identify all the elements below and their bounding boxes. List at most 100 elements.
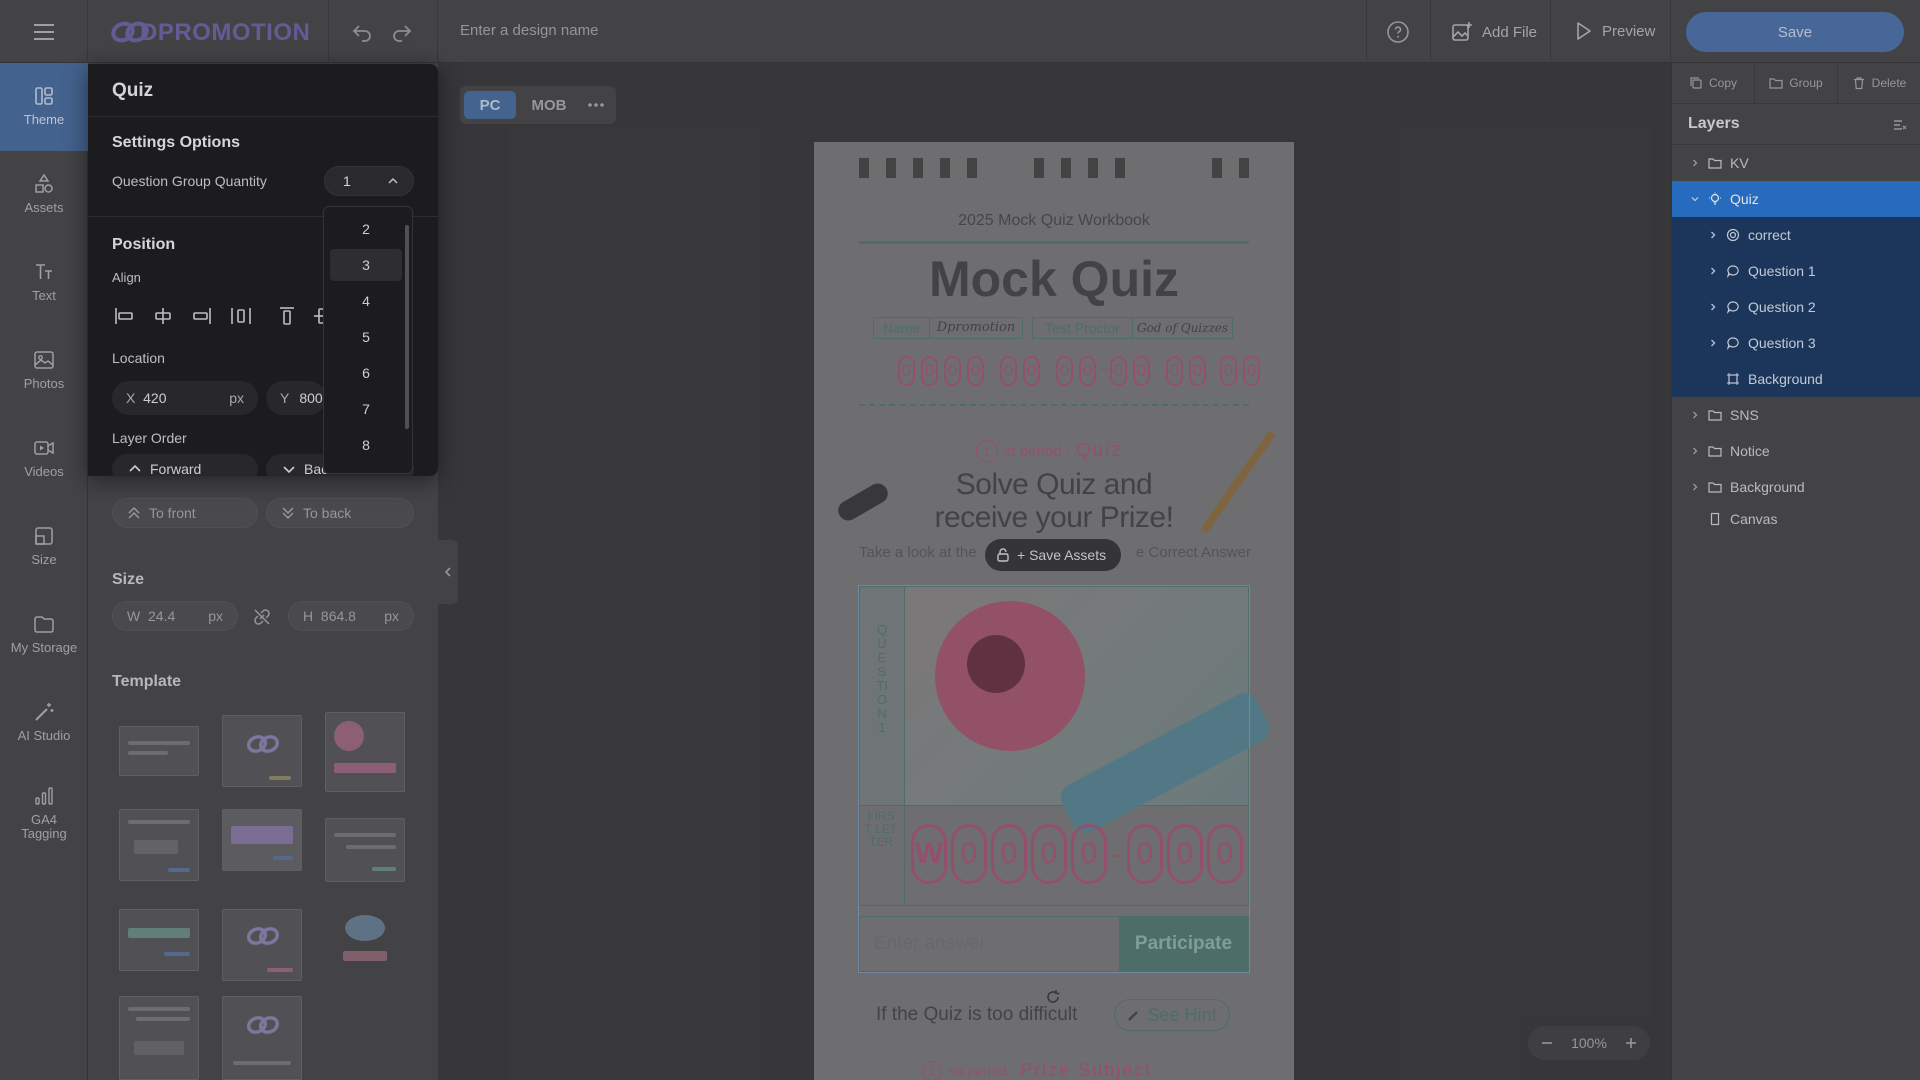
chevron-right-icon[interactable] — [1708, 230, 1718, 240]
logo[interactable]: DPROMOTION — [140, 19, 310, 47]
align-middle-icon[interactable] — [310, 304, 324, 328]
layer-item[interactable]: correct — [1672, 217, 1920, 253]
align-right-icon[interactable] — [190, 304, 214, 328]
height-field[interactable]: H 864.8 px — [288, 601, 414, 631]
width-field[interactable]: W 24.4 px — [112, 601, 238, 631]
top-bar: DPROMOTION Add File Preview Save — [0, 0, 1920, 63]
align-left-icon[interactable] — [112, 304, 136, 328]
layer-item[interactable]: Background — [1672, 361, 1920, 397]
rail-label: Photos — [23, 376, 65, 391]
participate-button[interactable]: Participate — [1119, 917, 1248, 971]
layer-item[interactable]: Canvas — [1672, 503, 1920, 535]
rail-item-videos[interactable]: Videos — [0, 437, 88, 479]
chevron-right-icon[interactable] — [1708, 266, 1718, 276]
align-center-horizontal-icon[interactable] — [151, 304, 175, 328]
save-button[interactable]: Save — [1686, 12, 1904, 52]
forward-button[interactable]: Forward — [112, 454, 258, 476]
copy-button[interactable]: Copy — [1672, 63, 1755, 103]
unlink-icon[interactable] — [252, 607, 272, 627]
name-value: Dpromotion — [936, 320, 1016, 335]
more-options-icon[interactable] — [586, 95, 606, 115]
mobile-view-button[interactable]: MOB — [524, 91, 574, 119]
layer-item[interactable]: Question 3 — [1672, 325, 1920, 361]
distribute-horizontal-icon[interactable] — [229, 304, 253, 328]
chevron-right-icon[interactable] — [1690, 446, 1700, 456]
layer-item[interactable]: Question 2 — [1672, 289, 1920, 325]
proctor-value: God of Quizzes — [1136, 321, 1229, 335]
rail-item-ai-studio[interactable]: AI Studio — [0, 701, 88, 743]
design-artboard[interactable]: 2025 Mock Quiz Workbook Mock Quiz Name D… — [814, 142, 1294, 1080]
template-thumbnail[interactable] — [119, 996, 199, 1080]
template-thumbnail[interactable] — [119, 909, 199, 971]
menu-icon[interactable] — [28, 20, 60, 44]
workbook-title: 2025 Mock Quiz Workbook — [958, 212, 1150, 229]
chevron-right-icon[interactable] — [1690, 482, 1700, 492]
template-thumbnail[interactable] — [222, 809, 302, 871]
chevron-right-icon[interactable] — [1690, 410, 1700, 420]
rail-item-theme[interactable]: Theme — [0, 63, 88, 151]
redo-icon[interactable] — [390, 20, 414, 44]
quantity-option[interactable]: 8 — [330, 429, 402, 461]
quantity-option[interactable]: 2 — [330, 213, 402, 245]
layer-item[interactable]: Quiz — [1672, 181, 1920, 217]
undo-icon[interactable] — [350, 20, 374, 44]
align-top-icon[interactable] — [275, 304, 299, 328]
chevron-right-icon[interactable] — [1708, 302, 1718, 312]
quantity-dropdown-list[interactable]: 2 3 4 5 6 7 8 — [323, 206, 413, 474]
to-back-button[interactable]: To back — [266, 498, 414, 528]
zoom-out-icon[interactable] — [1540, 1036, 1554, 1050]
help-icon[interactable] — [1386, 20, 1410, 44]
chevron-right-icon[interactable] — [1708, 338, 1718, 348]
collapse-panel-handle[interactable] — [438, 540, 458, 604]
qty-value: 1 — [343, 173, 351, 189]
quantity-option[interactable]: 4 — [330, 285, 402, 317]
question-1-box[interactable]: QUESTION 1 — [859, 586, 1275, 838]
rail-item-size[interactable]: Size — [0, 525, 88, 567]
frame-icon — [1726, 372, 1740, 386]
zoom-in-icon[interactable] — [1624, 1036, 1638, 1050]
add-file-button[interactable]: Add File — [1450, 20, 1537, 44]
save-assets-chip[interactable]: + Save Assets — [985, 539, 1121, 571]
date-separator: . — [1046, 362, 1051, 379]
layer-item[interactable]: KV — [1672, 145, 1920, 181]
pc-view-button[interactable]: PC — [464, 91, 516, 119]
template-thumbnail[interactable] — [119, 726, 199, 776]
template-thumbnail[interactable] — [119, 809, 199, 881]
preview-button[interactable]: Preview — [1572, 20, 1655, 42]
see-hint-button[interactable]: See Hint — [1114, 999, 1230, 1031]
date-separator: . — [990, 362, 995, 379]
template-thumbnail[interactable] — [222, 909, 302, 981]
template-thumbnail[interactable] — [325, 909, 405, 981]
rail-item-assets[interactable]: Assets — [0, 173, 88, 215]
add-file-label: Add File — [1482, 23, 1538, 41]
layer-item[interactable]: Notice — [1672, 433, 1920, 469]
dropdown-scrollbar[interactable] — [405, 225, 409, 429]
rail-label: Videos — [24, 464, 64, 479]
rail-item-text[interactable]: Text — [0, 261, 88, 303]
rail-item-photos[interactable]: Photos — [0, 349, 88, 391]
layer-settings-icon[interactable] — [1892, 117, 1908, 133]
layer-item[interactable]: Question 1 — [1672, 253, 1920, 289]
delete-button[interactable]: Delete — [1838, 63, 1920, 103]
answer-input[interactable] — [860, 917, 1119, 971]
template-thumbnail[interactable] — [325, 818, 405, 882]
quantity-option[interactable]: 5 — [330, 321, 402, 353]
template-thumbnail[interactable] — [222, 996, 302, 1080]
layer-item[interactable]: Background — [1672, 469, 1920, 505]
chevron-down-icon[interactable] — [1690, 194, 1700, 204]
quantity-option[interactable]: 6 — [330, 357, 402, 389]
chevron-right-icon[interactable] — [1690, 158, 1700, 168]
template-thumbnail[interactable] — [222, 715, 302, 787]
quantity-option-hovered[interactable]: 3 — [330, 249, 402, 281]
group-button[interactable]: Group — [1755, 63, 1838, 103]
x-location-field[interactable]: X 420 px — [112, 381, 258, 415]
template-thumbnail[interactable] — [325, 712, 405, 792]
rail-item-ga4-tagging[interactable]: GA4 Tagging — [0, 785, 88, 841]
y-location-field[interactable]: Y 800 — [266, 381, 326, 415]
layer-item[interactable]: SNS — [1672, 397, 1920, 433]
quantity-option[interactable]: 7 — [330, 393, 402, 425]
to-front-button[interactable]: To front — [112, 498, 258, 528]
rail-item-my-storage[interactable]: My Storage — [0, 613, 88, 655]
question-group-quantity-select[interactable]: 1 — [324, 166, 414, 196]
design-name-input[interactable] — [460, 22, 960, 39]
